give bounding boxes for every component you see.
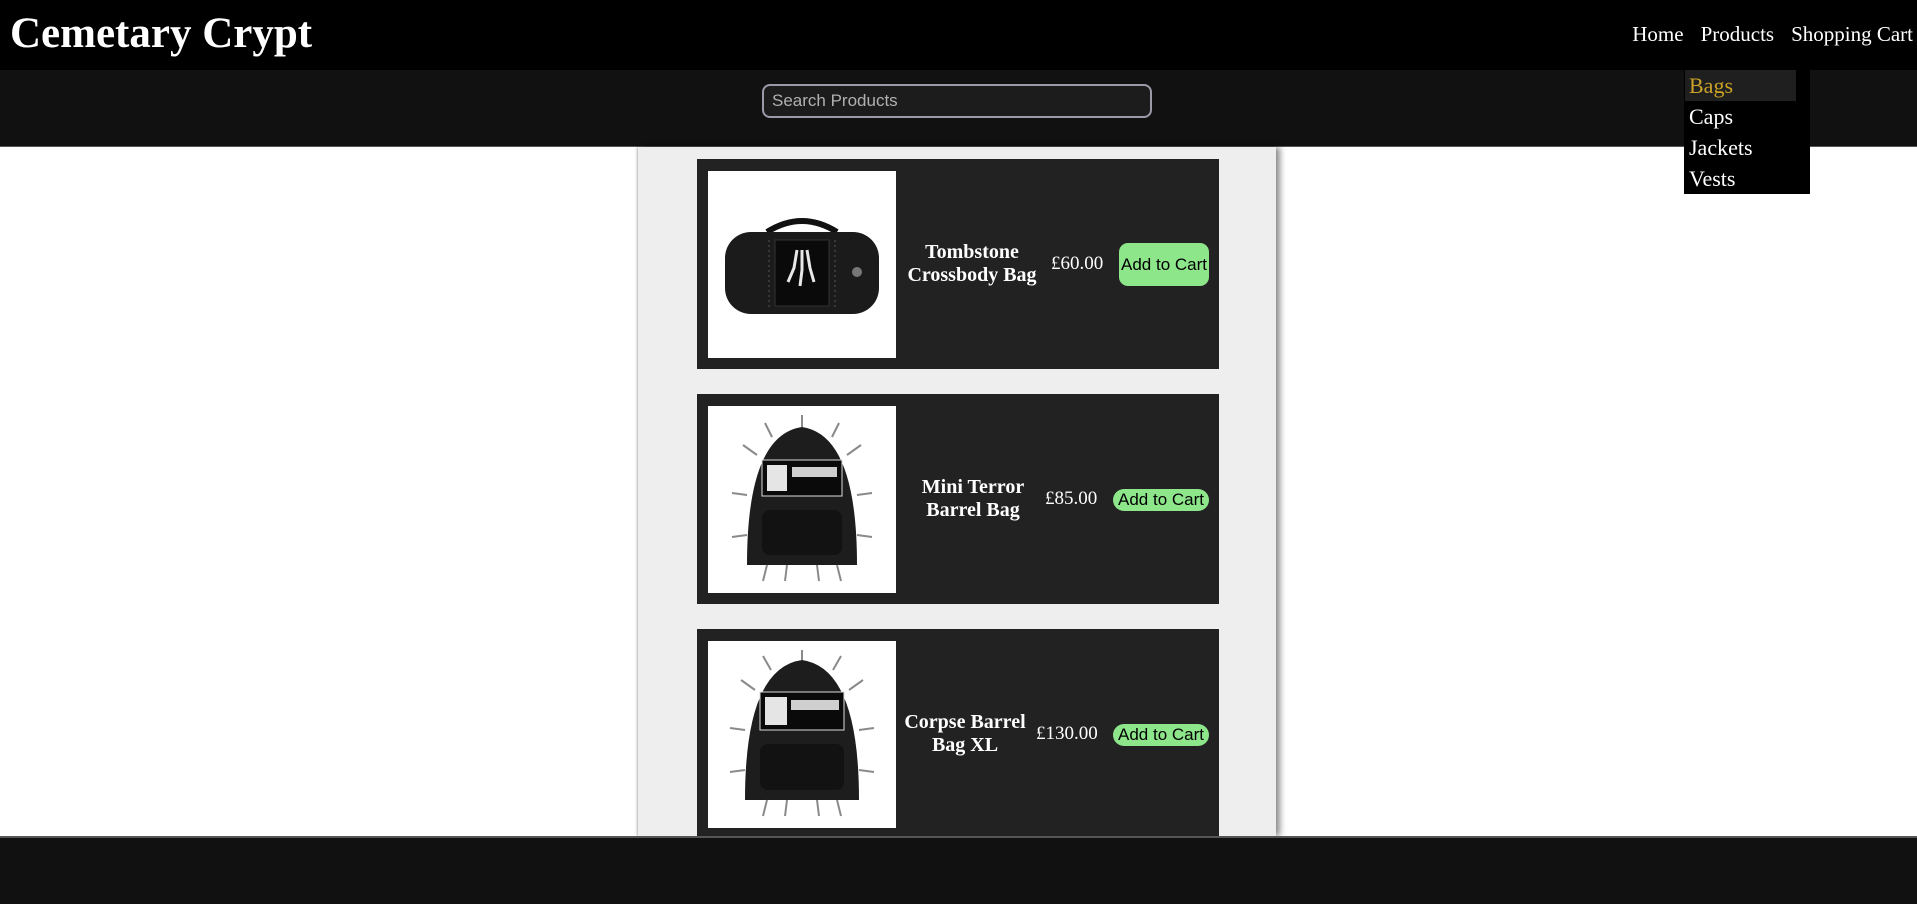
product-image[interactable] xyxy=(708,406,896,593)
product-card: Corpse Barrel Bag XL £130.00 Add to Cart xyxy=(697,629,1219,839)
product-name: Corpse Barrel Bag XL xyxy=(904,711,1026,756)
dropdown-item-jackets[interactable]: Jackets xyxy=(1685,132,1796,163)
product-card: Tombstone Crossbody Bag £60.00 Add to Ca… xyxy=(697,159,1219,369)
nav-products[interactable]: Products xyxy=(1701,20,1775,48)
product-price: £60.00 xyxy=(1051,253,1104,274)
product-price: £85.00 xyxy=(1045,488,1098,509)
product-card: Mini Terror Barrel Bag £85.00 Add to Car… xyxy=(697,394,1219,604)
product-name: Mini Terror Barrel Bag xyxy=(921,476,1025,521)
product-image[interactable] xyxy=(708,641,896,828)
products-dropdown-menu: Bags Caps Jackets Vests xyxy=(1684,70,1810,194)
add-to-cart-button[interactable]: Add to Cart xyxy=(1113,489,1209,511)
product-image[interactable] xyxy=(708,171,896,358)
nav-home[interactable]: Home xyxy=(1632,20,1683,48)
search-input[interactable] xyxy=(762,84,1152,118)
dropdown-item-vests[interactable]: Vests xyxy=(1685,163,1796,194)
nav-shopping-cart[interactable]: Shopping Cart xyxy=(1791,20,1913,48)
product-price: £130.00 xyxy=(1036,723,1098,744)
site-title[interactable]: Cemetary Crypt xyxy=(10,8,312,60)
search-bar-strip xyxy=(0,70,1917,147)
top-navbar: Cemetary Crypt Home Products Shopping Ca… xyxy=(0,0,1917,70)
product-name: Tombstone Crossbody Bag xyxy=(907,241,1037,286)
main-nav: Home Products Shopping Cart xyxy=(1615,20,1913,48)
dropdown-item-bags[interactable]: Bags xyxy=(1685,70,1796,101)
footer xyxy=(0,836,1917,904)
spiked-backpack-icon xyxy=(729,649,875,816)
dropdown-item-caps[interactable]: Caps xyxy=(1685,101,1796,132)
add-to-cart-button[interactable]: Add to Cart xyxy=(1119,243,1209,286)
duffel-bag-icon xyxy=(725,217,879,314)
add-to-cart-button[interactable]: Add to Cart xyxy=(1113,724,1209,746)
spiked-backpack-icon xyxy=(731,414,873,581)
product-list: Tombstone Crossbody Bag £60.00 Add to Ca… xyxy=(638,147,1276,839)
